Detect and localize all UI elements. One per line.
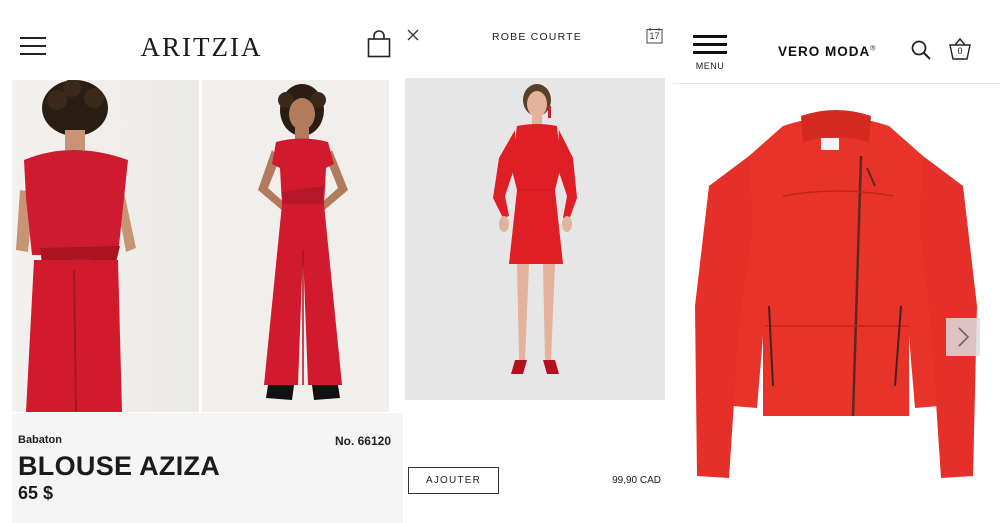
brand-name: VERO MODA: [778, 44, 871, 59]
aritzia-product-panel: ARITZIA Babaton No. 66120 BLOUSE AZIZA 6…: [0, 0, 403, 523]
basket-icon[interactable]: 0: [947, 38, 973, 60]
veromoda-logo[interactable]: VERO MODA®: [778, 44, 876, 59]
veromoda-header: MENU VERO MODA® 0: [673, 0, 1000, 84]
product-image[interactable]: [405, 78, 665, 400]
calendar-icon[interactable]: 17: [646, 27, 663, 44]
vendor-name[interactable]: Babaton: [18, 434, 62, 446]
calendar-day: 17: [649, 31, 660, 41]
product-title: BLOUSE AZIZA: [18, 451, 221, 481]
search-icon[interactable]: [911, 40, 931, 60]
aritzia-header: ARITZIA: [0, 0, 403, 78]
jacket-product-panel: MENU VERO MODA® 0: [673, 0, 1000, 523]
product-image[interactable]: [673, 86, 1000, 496]
menu-label[interactable]: MENU: [693, 61, 727, 71]
product-number: No. 66120: [334, 434, 391, 448]
product-price: 65 $: [18, 483, 54, 503]
basket-count: 0: [957, 46, 963, 56]
aritzia-logo[interactable]: ARITZIA: [0, 32, 403, 63]
carousel-next-button[interactable]: [946, 318, 980, 356]
shopping-bag-icon[interactable]: [367, 30, 391, 58]
brand-mark: ®: [870, 45, 877, 53]
chevron-right-icon: [958, 327, 970, 347]
product-image-back[interactable]: [12, 80, 199, 412]
product-price: 99,90 CAD: [612, 475, 661, 486]
dress-product-panel: ROBE COURTE 17 AJOUTER 99,90 CAD: [403, 0, 671, 523]
product-info: Babaton No. 66120 BLOUSE AZIZA 65 $: [12, 413, 403, 523]
add-to-cart-button[interactable]: AJOUTER: [408, 467, 499, 494]
product-image-front[interactable]: [202, 80, 389, 412]
page-title: ROBE COURTE: [491, 31, 583, 43]
hamburger-icon[interactable]: [693, 35, 727, 55]
